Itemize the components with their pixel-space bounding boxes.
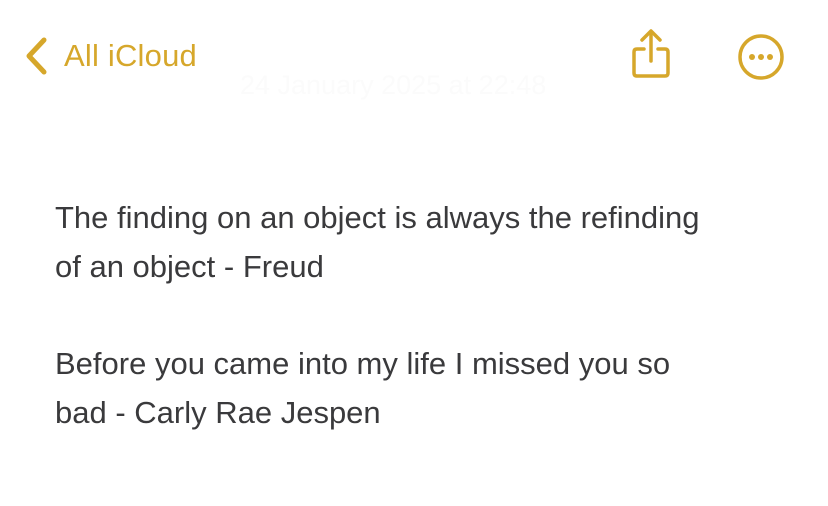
note-timestamp: 24 January 2025 at 22:48 xyxy=(240,70,547,100)
note-line: bad - Carly Rae Jespen xyxy=(55,395,381,430)
chevron-left-icon xyxy=(22,36,50,76)
share-icon xyxy=(628,29,674,86)
note-body[interactable]: The finding on an object is always the r… xyxy=(55,193,795,437)
back-button[interactable]: All iCloud xyxy=(22,33,197,79)
navigation-bar: All iCloud 24 January 2025 at 22:48 xyxy=(0,0,828,110)
ellipsis-circle-icon xyxy=(737,34,785,85)
note-line: of an object - Freud xyxy=(55,249,324,284)
share-button[interactable] xyxy=(628,28,674,82)
note-line: The finding on an object is always the r… xyxy=(55,200,700,235)
note-paragraph: The finding on an object is always the r… xyxy=(55,193,795,291)
note-line: Before you came into my life I missed yo… xyxy=(55,346,671,381)
note-paragraph: Before you came into my life I missed yo… xyxy=(55,339,795,437)
back-button-label: All iCloud xyxy=(64,38,197,73)
more-options-button[interactable] xyxy=(737,33,785,81)
